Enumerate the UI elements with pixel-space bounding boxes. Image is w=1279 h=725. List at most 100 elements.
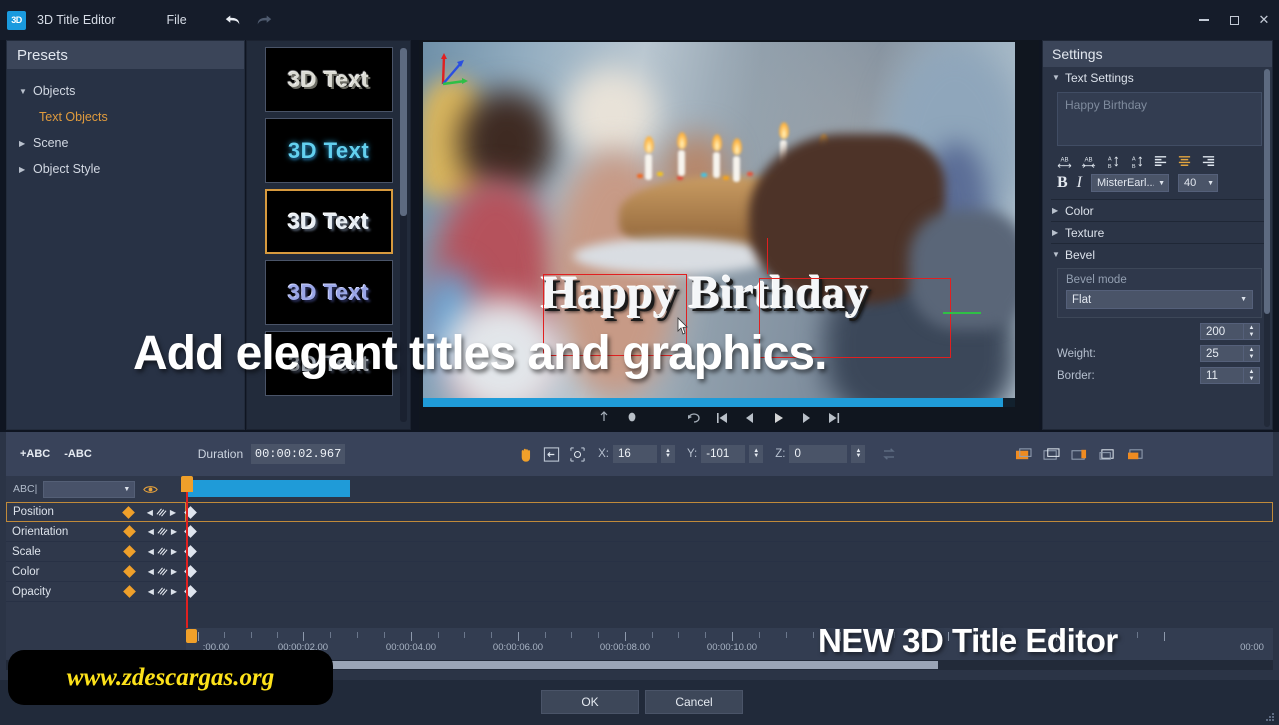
mark-in-icon[interactable] <box>596 411 612 425</box>
axis-y-stepper[interactable]: ▲ ▼ <box>749 445 764 463</box>
cancel-button[interactable]: Cancel <box>645 690 743 714</box>
chevron-down-icon[interactable]: ▼ <box>1158 180 1165 187</box>
chevron-down-icon[interactable]: ▼ <box>1052 250 1065 259</box>
step-forward-icon[interactable] <box>798 411 814 425</box>
resize-grip-icon[interactable] <box>1265 712 1275 722</box>
ok-button[interactable]: OK <box>541 690 639 714</box>
send-backward-icon[interactable] <box>1098 447 1117 462</box>
clip-lane[interactable] <box>186 476 1273 502</box>
playhead-handle[interactable] <box>180 476 193 492</box>
chevron-down-icon[interactable]: ▼ <box>123 486 130 493</box>
track-object-select[interactable]: ▼ <box>43 480 136 498</box>
bring-forward-icon[interactable] <box>1042 447 1061 462</box>
stepper-arrows-icon[interactable]: ▲ ▼ <box>1244 345 1260 362</box>
axis-x-value[interactable]: 16 <box>613 445 657 463</box>
move-object-icon[interactable] <box>543 446 560 463</box>
next-keyframe-icon[interactable]: ▶ <box>171 527 177 536</box>
bring-to-front-icon[interactable] <box>1014 447 1033 462</box>
remove-text-object-button[interactable]: -ABC <box>64 448 92 460</box>
undo-arrow-icon[interactable] <box>224 11 242 29</box>
section-text-settings[interactable]: ▼ Text Settings <box>1043 67 1272 88</box>
bevel-border-stepper[interactable]: 11 ▲ ▼ <box>1200 367 1260 384</box>
skip-end-icon[interactable] <box>826 411 842 425</box>
letter-spacing-expand-icon[interactable]: AB <box>1057 154 1072 169</box>
bevel-weight-value[interactable]: 25 <box>1200 345 1244 362</box>
keyframe-nav[interactable]: ◀ ▶ <box>148 566 177 577</box>
bold-button[interactable]: B <box>1057 174 1068 192</box>
font-size-select[interactable]: 40 ▼ <box>1178 174 1218 192</box>
keyframe-nav[interactable]: ◀ ▶ <box>148 546 177 557</box>
line-spacing-decrease-icon[interactable]: A B <box>1105 154 1120 169</box>
duration-value[interactable]: 00:00:02.967 <box>251 444 346 464</box>
maximize-button[interactable] <box>1219 0 1249 40</box>
tree-item-objects[interactable]: ▼ Objects <box>7 78 244 104</box>
axis-y-value[interactable]: -101 <box>701 445 746 463</box>
tree-item-text-objects[interactable]: Text Objects <box>7 104 244 130</box>
lane-scale[interactable] <box>184 542 1273 562</box>
mark-out-icon[interactable] <box>624 411 640 425</box>
bevel-mode-select[interactable]: Flat ▼ <box>1066 290 1253 309</box>
property-row-scale[interactable]: Scale ◀ ▶ <box>6 542 186 562</box>
text-clip-bar[interactable] <box>188 480 350 497</box>
reset-transform-icon[interactable] <box>881 446 897 462</box>
prev-keyframe-icon[interactable]: ◀ <box>147 508 153 517</box>
menu-file[interactable]: File <box>160 9 194 31</box>
chevron-down-icon[interactable]: ▼ <box>19 87 33 96</box>
keyframe-icon[interactable] <box>156 507 167 518</box>
next-keyframe-icon[interactable]: ▶ <box>170 508 176 517</box>
section-bevel[interactable]: ▼ Bevel <box>1043 244 1272 265</box>
keyframe-icon[interactable] <box>157 566 168 577</box>
send-middle-icon[interactable] <box>1070 447 1089 462</box>
stepper-arrows-icon[interactable]: ▲ ▼ <box>1244 367 1260 384</box>
keyframe-toggle-icon[interactable] <box>121 505 135 519</box>
chevron-right-icon[interactable]: ▶ <box>1052 228 1065 237</box>
stepper-arrows-icon[interactable]: ▲ ▼ <box>1244 323 1260 340</box>
property-row-color[interactable]: Color ◀ ▶ <box>6 562 186 582</box>
rotate-object-icon[interactable] <box>569 446 586 463</box>
thumbnail-scrollbar-thumb[interactable] <box>400 48 407 216</box>
chevron-down-icon[interactable]: ▼ <box>1207 180 1214 187</box>
bevel-field-value[interactable]: 200 <box>1200 323 1244 340</box>
selection-handle-vertical[interactable] <box>767 238 769 274</box>
redo-arrow-icon[interactable] <box>255 11 273 29</box>
italic-button[interactable]: I <box>1077 174 1082 192</box>
next-keyframe-icon[interactable]: ▶ <box>171 567 177 576</box>
tree-item-object-style[interactable]: ▶ Object Style <box>7 156 244 182</box>
chevron-right-icon[interactable]: ▶ <box>1052 206 1065 215</box>
tree-item-scene[interactable]: ▶ Scene <box>7 130 244 156</box>
preset-thumbnail-selected[interactable]: 3D Text <box>264 189 393 254</box>
settings-scrollbar[interactable] <box>1264 69 1270 427</box>
property-row-orientation[interactable]: Orientation ◀ ▶ <box>6 522 186 542</box>
keyframe-icon[interactable] <box>157 526 168 537</box>
bevel-weight-stepper[interactable]: 25 ▲ ▼ <box>1200 345 1260 362</box>
step-back-icon[interactable] <box>742 411 758 425</box>
preset-thumbnail[interactable]: 3D Text <box>264 118 393 183</box>
lane-color[interactable] <box>184 562 1273 582</box>
keyframe-toggle-icon[interactable] <box>122 525 136 538</box>
align-left-icon[interactable] <box>1153 154 1168 169</box>
preview-progress-bar[interactable] <box>423 398 1015 407</box>
next-keyframe-icon[interactable]: ▶ <box>171 587 177 596</box>
skip-start-icon[interactable] <box>714 411 730 425</box>
prev-keyframe-icon[interactable]: ◀ <box>148 547 154 556</box>
minimize-button[interactable] <box>1189 0 1219 40</box>
axis-z-stepper[interactable]: ▲ ▼ <box>851 445 866 463</box>
bevel-border-value[interactable]: 11 <box>1200 367 1244 384</box>
keyframe-nav[interactable]: ◀ ▶ <box>147 507 176 518</box>
keyframe-toggle-icon[interactable] <box>122 545 136 558</box>
keyframe-toggle-icon[interactable] <box>122 565 136 578</box>
send-to-back-icon[interactable] <box>1126 447 1145 462</box>
eye-icon[interactable] <box>143 483 159 496</box>
pan-hand-icon[interactable] <box>517 446 534 463</box>
prev-keyframe-icon[interactable]: ◀ <box>148 587 154 596</box>
timeline-lanes[interactable] <box>184 476 1273 636</box>
keyframe-nav[interactable]: ◀ ▶ <box>148 586 177 597</box>
lane-position[interactable] <box>184 502 1273 522</box>
keyframe-toggle-icon[interactable] <box>122 585 136 598</box>
keyframe-nav[interactable]: ◀ ▶ <box>148 526 177 537</box>
lane-orientation[interactable] <box>184 522 1273 542</box>
keyframe-icon[interactable] <box>157 546 168 557</box>
lane-opacity[interactable] <box>184 582 1273 602</box>
close-button[interactable]: ✕ <box>1249 0 1279 40</box>
letter-spacing-condense-icon[interactable]: AB <box>1081 154 1096 169</box>
